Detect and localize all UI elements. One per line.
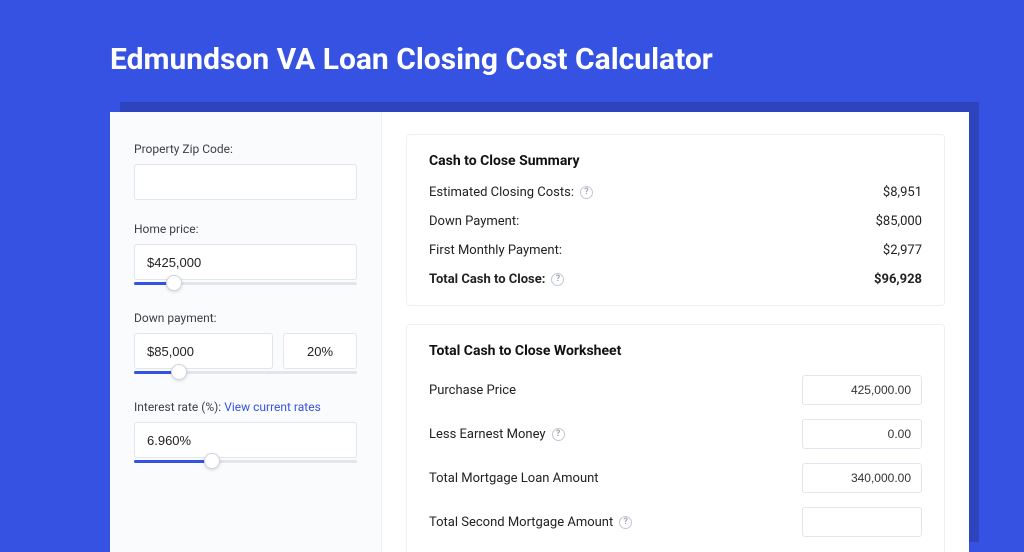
worksheet-row: Purchase Price	[429, 375, 922, 405]
interest-rate-input[interactable]	[134, 422, 357, 458]
down-payment-field-group: Down payment:	[134, 311, 357, 378]
page-title: Edmundson VA Loan Closing Cost Calculato…	[0, 0, 1024, 99]
summary-row-label: First Monthly Payment:	[429, 243, 562, 258]
worksheet-earnest-money-input[interactable]	[802, 419, 922, 449]
summary-row-value: $85,000	[876, 214, 922, 229]
interest-rate-slider[interactable]	[134, 455, 357, 467]
slider-thumb[interactable]	[166, 275, 182, 291]
summary-total-label: Total Cash to Close:	[429, 272, 545, 287]
summary-heading: Cash to Close Summary	[429, 153, 922, 169]
help-icon[interactable]: ?	[552, 428, 565, 441]
down-payment-input[interactable]	[134, 333, 273, 369]
worksheet-row-label: Total Mortgage Loan Amount	[429, 471, 599, 486]
home-price-label: Home price:	[134, 222, 357, 236]
worksheet-purchase-price-input[interactable]	[802, 375, 922, 405]
summary-row: First Monthly Payment: $2,977	[429, 243, 922, 258]
help-icon[interactable]: ?	[551, 273, 564, 286]
summary-row: Estimated Closing Costs: ? $8,951	[429, 185, 922, 200]
interest-rate-label: Interest rate (%): View current rates	[134, 400, 357, 414]
worksheet-row: Less Earnest Money ?	[429, 419, 922, 449]
zip-label: Property Zip Code:	[134, 142, 357, 156]
worksheet-row-label: Purchase Price	[429, 383, 516, 398]
inputs-sidebar: Property Zip Code: Home price: Down paym…	[110, 112, 382, 552]
worksheet-row: Total Mortgage Loan Amount	[429, 463, 922, 493]
summary-row-label: Estimated Closing Costs:	[429, 185, 574, 200]
home-price-input[interactable]	[134, 244, 357, 280]
interest-rate-field-group: Interest rate (%): View current rates	[134, 400, 357, 467]
zip-field-group: Property Zip Code:	[134, 142, 357, 200]
help-icon[interactable]: ?	[580, 186, 593, 199]
summary-card: Cash to Close Summary Estimated Closing …	[406, 134, 945, 306]
slider-thumb[interactable]	[204, 453, 220, 469]
worksheet-card: Total Cash to Close Worksheet Purchase P…	[406, 324, 945, 552]
results-main: Cash to Close Summary Estimated Closing …	[382, 112, 969, 552]
summary-row-label: Down Payment:	[429, 214, 519, 229]
interest-rate-label-text: Interest rate (%):	[134, 400, 224, 414]
summary-row-value: $8,951	[883, 185, 922, 200]
worksheet-mortgage-amount-input[interactable]	[802, 463, 922, 493]
calculator-panel: Property Zip Code: Home price: Down paym…	[110, 112, 969, 552]
down-payment-pct-input[interactable]	[283, 333, 357, 369]
home-price-field-group: Home price:	[134, 222, 357, 289]
help-icon[interactable]: ?	[619, 516, 632, 529]
slider-fill	[134, 460, 212, 463]
down-payment-slider[interactable]	[134, 366, 357, 378]
home-price-slider[interactable]	[134, 277, 357, 289]
worksheet-heading: Total Cash to Close Worksheet	[429, 343, 922, 359]
slider-thumb[interactable]	[171, 364, 187, 380]
worksheet-row-label: Total Second Mortgage Amount	[429, 515, 613, 530]
down-payment-label: Down payment:	[134, 311, 357, 325]
worksheet-row-label: Less Earnest Money	[429, 427, 546, 442]
summary-row-value: $2,977	[883, 243, 922, 258]
zip-input[interactable]	[134, 164, 357, 200]
summary-total-value: $96,928	[874, 272, 922, 287]
view-rates-link[interactable]: View current rates	[224, 400, 321, 414]
summary-row: Down Payment: $85,000	[429, 214, 922, 229]
summary-total-row: Total Cash to Close: ? $96,928	[429, 272, 922, 287]
